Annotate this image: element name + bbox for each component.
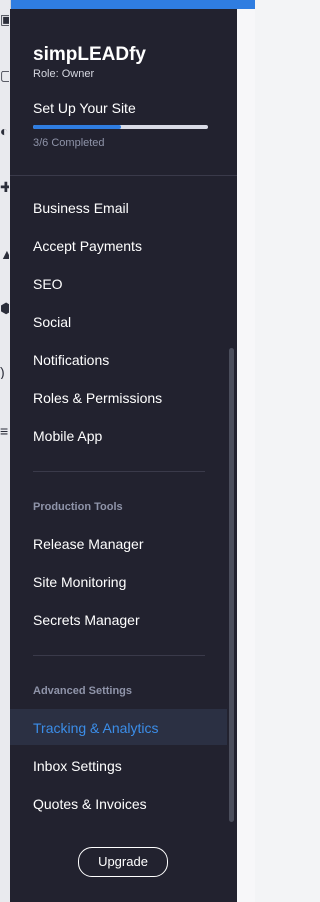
menu-item-notifications[interactable]: Notifications xyxy=(10,341,227,377)
menu-item-label: Tracking & Analytics xyxy=(33,720,159,736)
toolbar-icon[interactable]: ◐ xyxy=(0,124,9,138)
menu-item-label: SEO xyxy=(33,276,63,292)
upgrade-button[interactable]: Upgrade xyxy=(78,847,168,877)
menu-item-label: Notifications xyxy=(33,352,110,368)
toolbar-icon[interactable]: ▲ xyxy=(0,247,9,261)
toolbar-icon[interactable]: ▢ xyxy=(0,68,9,82)
menu-item-label: Business Email xyxy=(33,200,129,216)
menu-item-site-monitoring[interactable]: Site Monitoring xyxy=(10,563,227,599)
setup-progress-bar xyxy=(33,125,208,129)
menu-item-tracking-analytics[interactable]: Tracking & Analytics xyxy=(10,709,227,745)
toolbar-icon[interactable]: ⬢ xyxy=(0,301,9,315)
menu-item-social[interactable]: Social xyxy=(10,303,227,339)
menu-item-label: Roles & Permissions xyxy=(33,390,163,406)
setup-progress-fill xyxy=(33,125,121,129)
section-divider xyxy=(33,655,205,656)
menu-item-release-manager[interactable]: Release Manager xyxy=(10,525,227,561)
menu-item-label: Accept Payments xyxy=(33,238,142,254)
menu-item-secrets-manager[interactable]: Secrets Manager xyxy=(10,601,227,637)
panel-scrollbar[interactable] xyxy=(229,348,234,822)
section-header-production-tools: Production Tools xyxy=(33,501,123,513)
setup-progress-text: 3/6 Completed xyxy=(33,137,105,149)
menu-item-roles-permissions[interactable]: Roles & Permissions xyxy=(10,379,227,415)
menu-item-business-email[interactable]: Business Email xyxy=(10,189,227,225)
menu-item-label: Release Manager xyxy=(33,536,144,552)
menu-item-label: Social xyxy=(33,314,72,330)
header-divider xyxy=(10,175,237,176)
toolbar-icon[interactable]: ) xyxy=(0,365,9,379)
section-divider xyxy=(33,471,205,472)
setup-title[interactable]: Set Up Your Site xyxy=(33,100,136,116)
menu-item-label: Site Monitoring xyxy=(33,574,127,590)
site-name: simpLEADfy xyxy=(33,44,146,65)
section-header-advanced-settings: Advanced Settings xyxy=(33,685,133,697)
menu-item-quotes-invoices[interactable]: Quotes & Invoices xyxy=(10,785,227,821)
site-settings-panel: simpLEADfy Role: Owner Set Up Your Site … xyxy=(10,9,237,902)
menu-item-label: Quotes & Invoices xyxy=(33,796,147,812)
menu-item-label: Mobile App xyxy=(33,428,103,444)
canvas-edge xyxy=(237,9,255,902)
menu-item-seo[interactable]: SEO xyxy=(10,265,227,301)
menu-item-label: Secrets Manager xyxy=(33,612,140,628)
menu-item-label: Inbox Settings xyxy=(33,758,122,774)
toolbar-icon[interactable]: ≡ xyxy=(0,424,9,438)
menu-item-mobile-app[interactable]: Mobile App xyxy=(10,417,227,453)
top-accent-bar xyxy=(0,0,255,9)
toolbar-icon[interactable]: ✚ xyxy=(0,180,9,194)
menu-item-inbox-settings[interactable]: Inbox Settings xyxy=(10,747,227,783)
toolbar-icon[interactable]: ▣ xyxy=(0,12,9,26)
user-role: Role: Owner xyxy=(33,68,95,80)
menu-item-accept-payments[interactable]: Accept Payments xyxy=(10,227,227,263)
